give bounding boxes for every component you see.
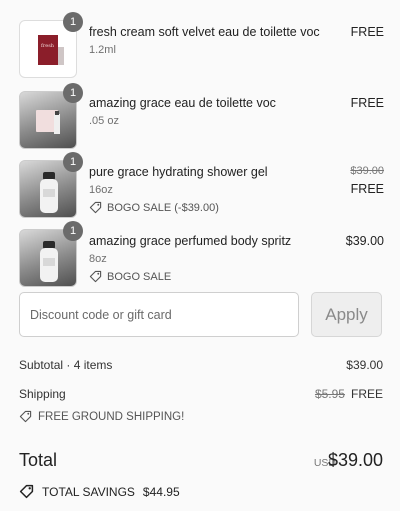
total-value: $39.00 [327,450,383,470]
tag-icon [19,484,34,499]
promo-tag: BOGO SALE [89,270,171,283]
shipping-discount-note: FREE GROUND SHIPPING! [19,410,184,423]
quantity-badge: 1 [63,152,83,172]
line-item: 1 amazing grace perfumed body spritz 8oz… [19,221,384,287]
shipping-note-label: FREE GROUND SHIPPING! [38,410,185,423]
product-variant: 8oz [89,253,107,265]
savings-label: TOTAL SAVINGS [42,484,135,499]
product-price: $39.00 [345,234,384,248]
subtotal-value: $39.00 [346,358,383,372]
original-price: $39.00 [350,165,384,177]
quantity-badge: 1 [63,12,83,32]
tag-icon [89,270,102,283]
tag-icon [89,201,102,214]
product-price: FREE [350,96,384,110]
product-price: FREE [350,25,384,39]
shipping-value-group: $5.95 FREE [315,387,383,401]
promo-tag: BOGO SALE (-$39.00) [89,201,219,214]
quantity-badge: 1 [63,221,83,241]
product-price: FREE [350,182,384,196]
product-name: fresh cream soft velvet eau de toilette … [89,25,320,39]
product-variant: .05 oz [89,115,119,127]
shipping-row: Shipping $5.95 FREE [19,387,383,401]
product-name: amazing grace eau de toilette voc [89,96,276,110]
product-name: pure grace hydrating shower gel [89,165,268,179]
discount-code-input[interactable] [19,292,299,337]
total-savings: TOTAL SAVINGS $44.95 [19,484,180,499]
tag-icon [19,410,32,423]
shipping-label: Shipping [19,387,66,401]
line-item: 1 amazing grace eau de toilette voc .05 … [19,83,384,149]
product-variant: 16oz [89,184,113,196]
total-label: Total [19,450,58,470]
promo-label: BOGO SALE (-$39.00) [107,201,219,214]
subtotal-row: Subtotal · 4 items $39.00 [19,358,383,372]
product-variant: 1.2ml [89,44,116,56]
savings-value: $44.95 [142,484,180,499]
subtotal-label: Subtotal · 4 items [19,358,113,372]
product-name: amazing grace perfumed body spritz [89,234,292,248]
line-item: fresh 1 fresh cream soft velvet eau de t… [19,12,384,78]
svg-text:fresh: fresh [41,43,55,49]
quantity-badge: 1 [63,83,83,103]
line-item: 1 pure grace hydrating shower gel 16oz B… [19,152,384,218]
apply-discount-button[interactable]: Apply [311,292,382,337]
shipping-value: FREE [350,387,383,401]
promo-label: BOGO SALE [107,270,172,283]
shipping-original-price: $5.95 [314,387,345,401]
